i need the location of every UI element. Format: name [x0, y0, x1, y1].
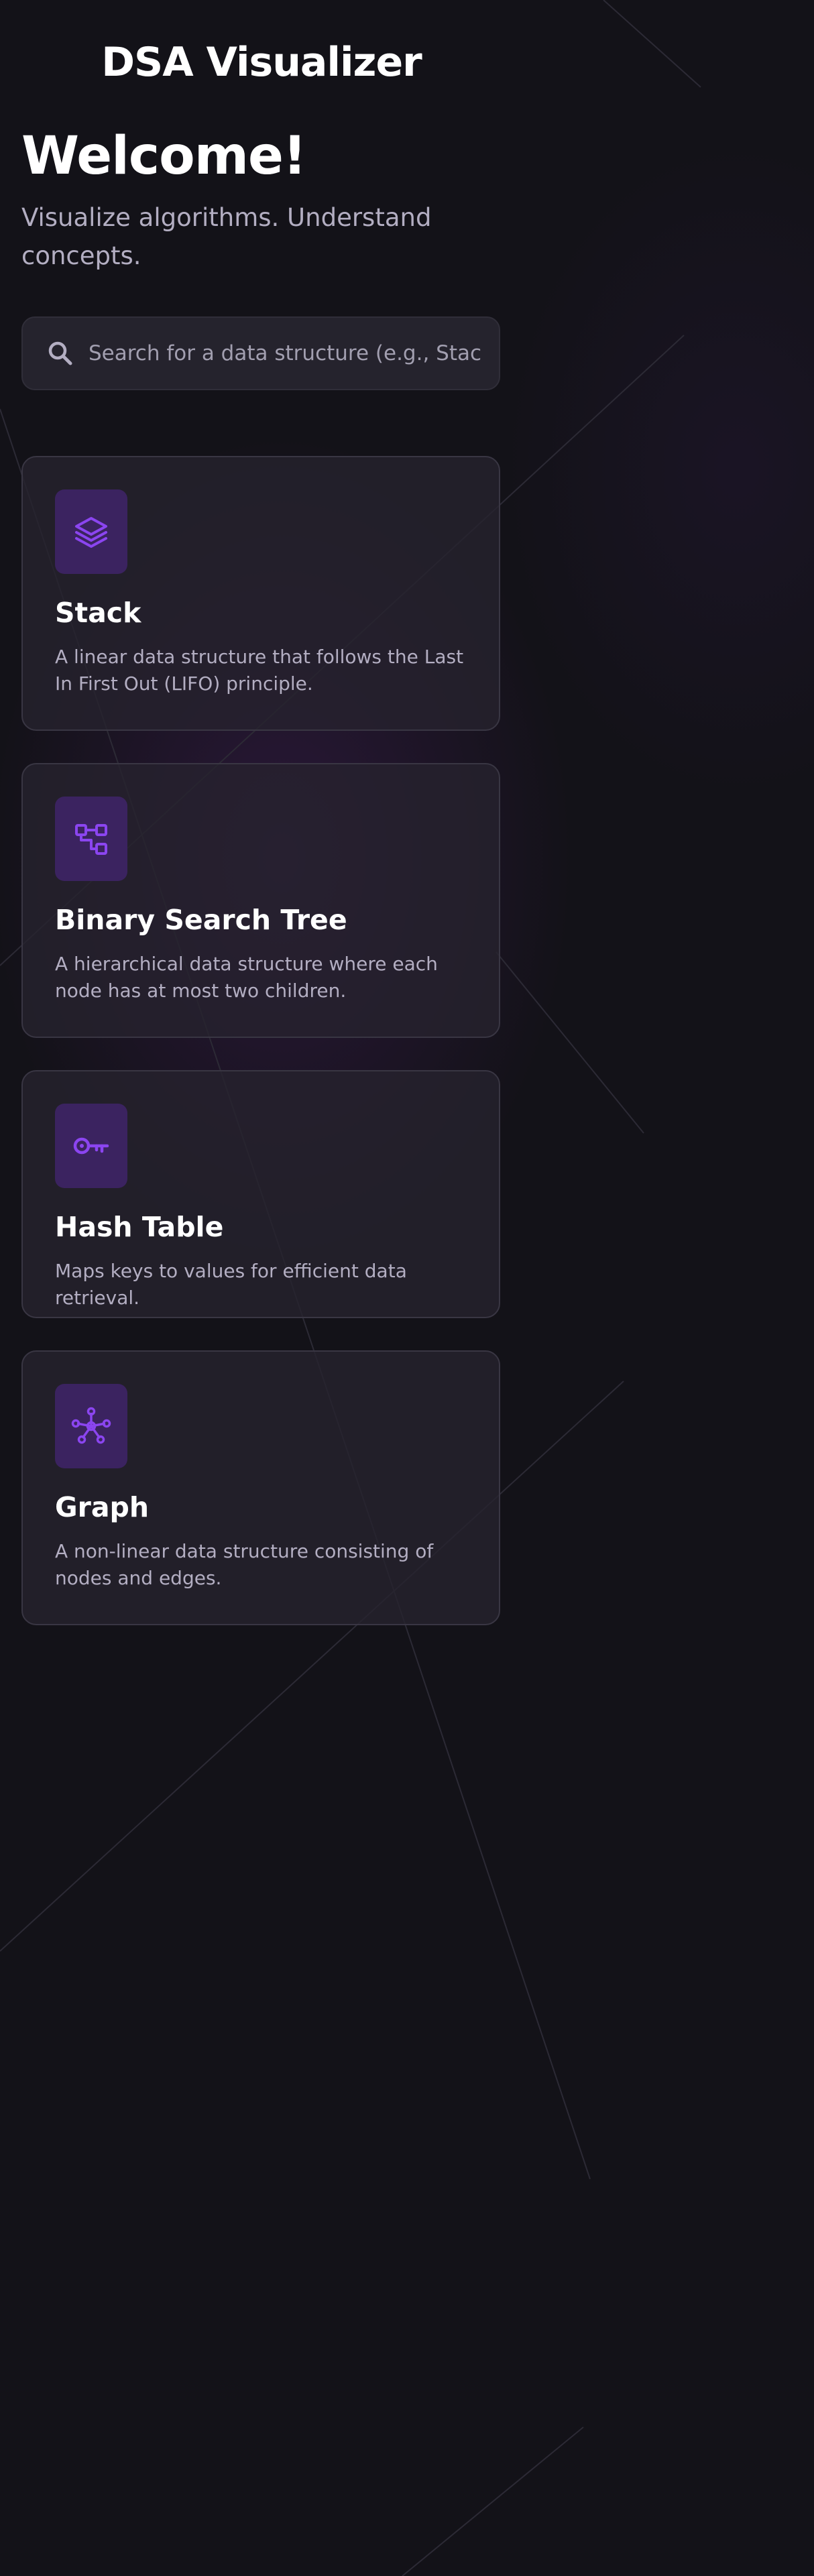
data-structure-card-binary-search-tree[interactable]: Binary Search Tree A hierarchical data s… [21, 763, 500, 1038]
welcome-heading: Welcome! [21, 126, 306, 186]
graph-nodes-icon [55, 1384, 127, 1468]
data-structure-card-hash-table[interactable]: Hash Table Maps keys to values for effic… [21, 1070, 500, 1318]
card-title: Binary Search Tree [55, 904, 347, 936]
app-title: DSA Visualizer [101, 39, 422, 86]
card-title: Hash Table [55, 1211, 224, 1243]
layers-icon [55, 489, 127, 574]
key-icon [55, 1104, 127, 1188]
data-structure-card-graph[interactable]: Graph A non-linear data structure consis… [21, 1350, 500, 1625]
card-description: A non-linear data structure consisting o… [55, 1540, 434, 1589]
search-input[interactable] [89, 318, 483, 389]
card-description: A hierarchical data structure where each… [55, 953, 438, 1002]
search-bar[interactable] [21, 316, 500, 390]
tree-structure-icon [55, 797, 127, 881]
card-description: A linear data structure that follows the… [55, 646, 464, 695]
data-structure-card-stack[interactable]: Stack A linear data structure that follo… [21, 456, 500, 731]
card-title: Graph [55, 1491, 150, 1523]
search-icon [46, 339, 75, 368]
welcome-subtitle: Visualize algorithms. Understand concept… [21, 203, 432, 270]
card-description: Maps keys to values for efficient data r… [55, 1260, 407, 1309]
card-title: Stack [55, 597, 141, 629]
